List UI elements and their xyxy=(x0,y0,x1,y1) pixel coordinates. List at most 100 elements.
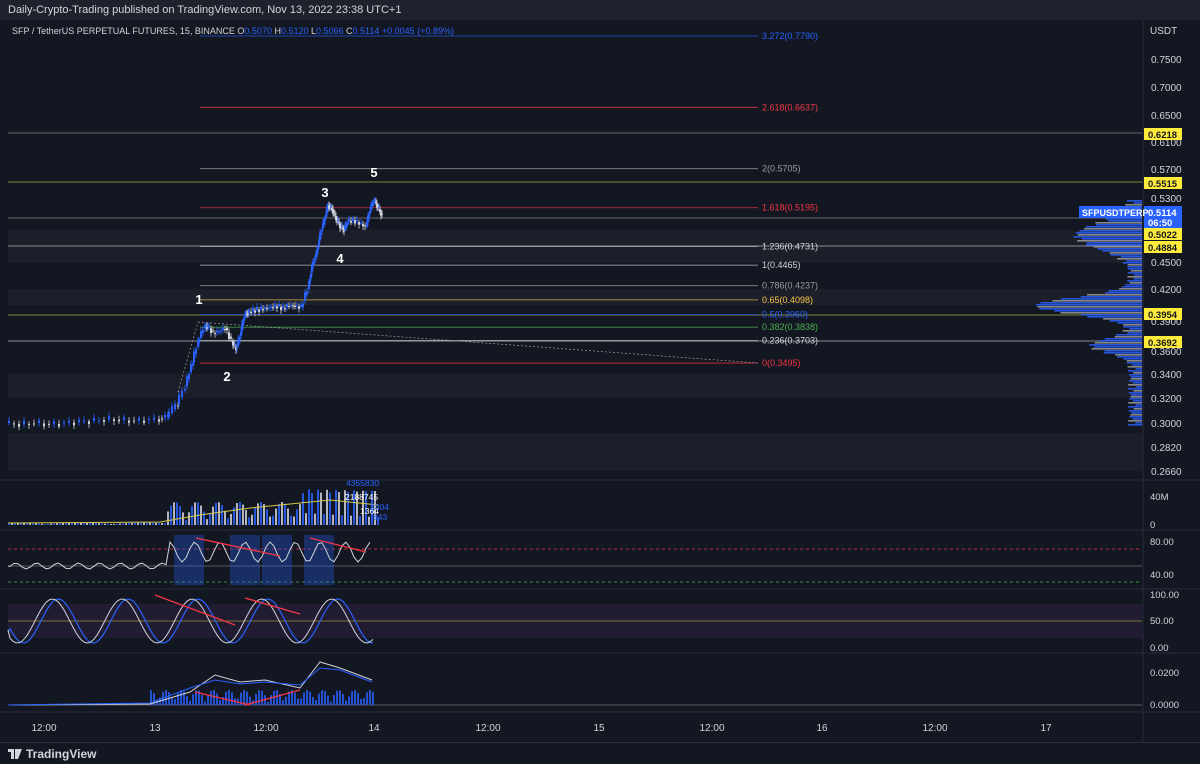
candle xyxy=(284,308,286,310)
candle xyxy=(143,420,145,423)
volume-bar xyxy=(305,513,307,525)
candle xyxy=(226,328,228,331)
footer: TradingView xyxy=(0,742,1200,764)
volume-bar xyxy=(311,492,313,525)
volume-bar xyxy=(293,516,295,525)
volume-profile-bar xyxy=(1129,374,1142,376)
macd-histogram-bar xyxy=(336,690,338,705)
macd-histogram-bar xyxy=(201,694,203,705)
fib-level-label: 0(0.3495) xyxy=(762,358,801,368)
brand-text: TradingView xyxy=(26,747,97,761)
volume-bar xyxy=(152,522,154,525)
volume-bar xyxy=(341,515,343,525)
macd-histogram-bar xyxy=(186,696,188,705)
candle xyxy=(188,374,190,380)
candle xyxy=(230,336,232,339)
volume-profile-bar xyxy=(1102,250,1142,252)
time-tick-label: 12:00 xyxy=(31,723,56,734)
candle xyxy=(264,307,266,309)
candle xyxy=(296,305,298,307)
candle xyxy=(43,423,45,427)
macd-histogram-bar xyxy=(231,692,233,705)
price-badge-text: 06:50 xyxy=(1148,218,1172,229)
volume-bar xyxy=(296,509,298,525)
candle xyxy=(128,420,130,423)
volume-bar xyxy=(284,503,286,525)
volume-profile-bar xyxy=(1130,396,1142,398)
volume-profile-bar xyxy=(1104,350,1142,352)
time-tick-label: 12:00 xyxy=(922,723,947,734)
price-tick-label: 0.5700 xyxy=(1151,165,1182,176)
volume-profile-bar xyxy=(1093,246,1142,248)
volume-profile-bar xyxy=(1117,258,1142,260)
volume-value-label: 2188745 xyxy=(345,492,378,502)
macd-histogram-bar xyxy=(309,691,311,705)
volume-bar xyxy=(98,523,100,525)
price-tick-label: 0.3000 xyxy=(1151,419,1182,430)
volume-profile-bar xyxy=(1095,222,1142,224)
volume-bar xyxy=(215,502,217,525)
volume-profile-bar xyxy=(1128,406,1142,408)
volume-profile-bar xyxy=(1128,424,1142,426)
wave-label-2: 2 xyxy=(223,369,230,384)
macd-histogram-bar xyxy=(294,692,296,705)
volume-bar xyxy=(194,502,196,525)
wave-label-5: 5 xyxy=(370,165,377,180)
volume-bar xyxy=(218,502,220,525)
volume-bar xyxy=(35,523,37,525)
volume-profile-bar xyxy=(1128,392,1142,394)
candle xyxy=(218,331,220,333)
candle xyxy=(195,349,197,355)
volume-profile-bar xyxy=(1128,410,1142,412)
volume-bar xyxy=(332,514,334,525)
candle xyxy=(113,419,115,422)
candle xyxy=(210,328,212,333)
volume-profile-bar xyxy=(1122,286,1142,288)
volume-bar xyxy=(224,510,226,525)
candle xyxy=(193,351,195,363)
candle xyxy=(290,304,292,306)
macd-histogram-bar xyxy=(306,690,308,705)
volume-profile-bar xyxy=(1135,404,1142,406)
macd-histogram-bar xyxy=(339,690,341,705)
time-tick-label: 12:00 xyxy=(253,723,278,734)
fib-level-label: 1.618(0.5195) xyxy=(762,203,818,213)
time-tick-label: 13 xyxy=(149,723,161,734)
time-tick-label: 16 xyxy=(816,723,828,734)
volume-bar xyxy=(44,523,46,525)
time-tick-label: 12:00 xyxy=(475,723,500,734)
candle xyxy=(153,417,155,420)
macd-histogram-bar xyxy=(324,690,326,705)
volume-bar xyxy=(131,522,133,525)
volume-profile-bar xyxy=(1035,304,1142,306)
macd-histogram-bar xyxy=(174,699,176,705)
candle xyxy=(300,304,302,307)
tradingview-brand[interactable]: TradingView xyxy=(8,747,96,761)
candle xyxy=(272,307,274,309)
volume-profile-bar xyxy=(1127,332,1142,334)
volume-profile-bar xyxy=(1040,302,1142,304)
candle xyxy=(23,420,25,425)
volume-profile-bar xyxy=(1091,348,1142,350)
price-chart[interactable]: 0(0.3495) 0.236(0.3703) 0.382(0.3838) 0.5(0… xyxy=(0,0,1200,764)
volume-bar xyxy=(116,523,118,525)
volume-profile-bar xyxy=(1085,226,1142,228)
volume-bar xyxy=(101,523,103,525)
fib-level-label: 2(0.5705) xyxy=(762,164,801,174)
volume-bar xyxy=(248,517,250,525)
volume-profile-bar xyxy=(1108,290,1142,292)
volume-profile-bar xyxy=(1037,306,1142,308)
volume-profile-bar xyxy=(1054,310,1142,312)
volume-profile-bar xyxy=(1116,334,1142,336)
time-tick-label: 12:00 xyxy=(699,723,724,734)
candle xyxy=(362,224,364,227)
volume-bar xyxy=(308,489,310,525)
candle xyxy=(73,422,75,426)
candle xyxy=(8,420,10,423)
wave-label-3: 3 xyxy=(321,185,328,200)
fib-level-label: 0.65(0.4098) xyxy=(762,295,813,305)
volume-profile-bar xyxy=(1123,358,1142,360)
candle xyxy=(202,330,204,333)
candle xyxy=(298,306,300,309)
supply-demand-zone xyxy=(8,433,1142,471)
